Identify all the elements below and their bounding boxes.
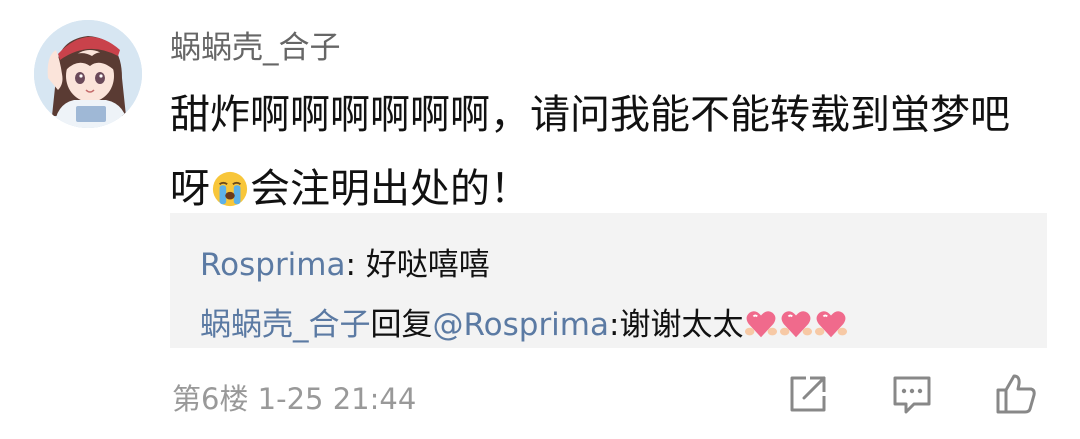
share-button[interactable]	[786, 372, 830, 416]
reply-separator: :	[345, 247, 366, 283]
reply-item: 蜗蜗壳_合子回复@Rosprima:谢谢太太	[200, 299, 848, 344]
comment-username[interactable]: 蜗蜗壳_合子	[170, 22, 341, 67]
reply-action-label: 回复	[370, 307, 433, 343]
heart-emoji	[780, 311, 813, 338]
like-button[interactable]	[994, 372, 1038, 416]
avatar-image	[34, 20, 142, 128]
reply-mention-link[interactable]: @Rosprima	[433, 307, 610, 343]
comment-icon	[893, 376, 931, 414]
thumbs-up-icon	[996, 374, 1036, 414]
comment-timestamp: 1-25 21:44	[257, 382, 417, 416]
reply-author-link[interactable]: 蜗蜗壳_合子	[200, 307, 371, 343]
share-icon	[790, 376, 826, 412]
comment-meta: 第6楼 1-25 21:44	[172, 376, 416, 418]
comment-text-line-1: 甜炸啊啊啊啊啊啊，请问我能不能转载到蛍梦吧	[170, 92, 1010, 138]
reply-button[interactable]	[890, 372, 934, 416]
heart-emoji	[745, 311, 778, 338]
comment-content: 甜炸啊啊啊啊啊啊，请问我能不能转载到蛍梦吧 呀 会注明出处的！	[170, 78, 1050, 226]
reply-text: 谢谢太太	[619, 307, 744, 343]
reply-author-link[interactable]: Rosprima	[200, 247, 346, 283]
floor-number: 第6楼	[172, 382, 249, 416]
reply-separator: :	[609, 307, 620, 343]
heart-emoji	[815, 311, 848, 338]
comment-text-before-emoji: 呀	[170, 166, 210, 212]
avatar[interactable]	[34, 20, 142, 128]
crying-face-emoji	[212, 171, 248, 207]
reply-text: 好哒嘻嘻	[365, 247, 490, 283]
comment-text-after-emoji: 会注明出处的！	[250, 166, 530, 212]
reply-thread[interactable]: Rosprima: 好哒嘻嘻 蜗蜗壳_合子回复@Rosprima:谢谢太太	[170, 213, 1047, 348]
reply-item: Rosprima: 好哒嘻嘻	[200, 239, 490, 284]
